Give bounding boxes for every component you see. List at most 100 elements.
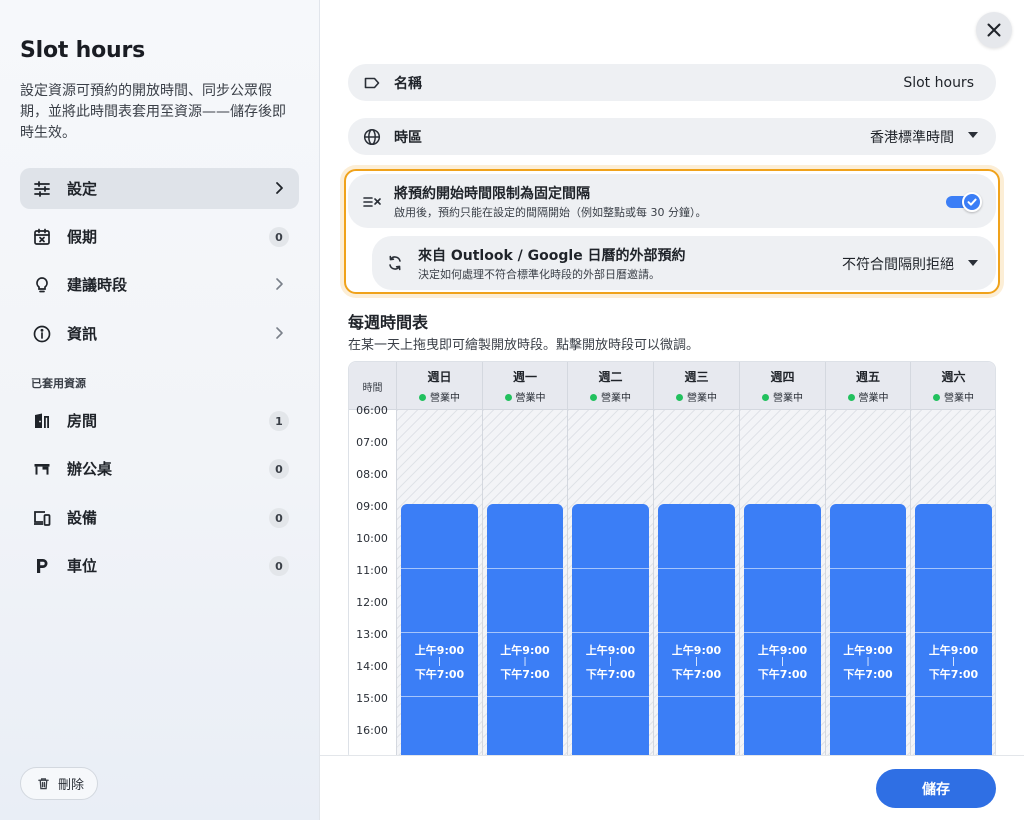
day-header: 週六 營業中: [911, 362, 995, 410]
day-column[interactable]: 上午9:00 | 下午7:00: [826, 410, 911, 760]
day-status-label: 營業中: [944, 393, 974, 404]
fixed-interval-title: 將預約開始時間限制為固定間隔: [394, 186, 590, 202]
time-label: 15:00: [356, 692, 388, 705]
time-label: 11:00: [356, 564, 388, 577]
sliders-icon: [32, 179, 52, 199]
day-column[interactable]: 上午9:00 | 下午7:00: [483, 410, 568, 760]
day-name: 週六: [941, 370, 966, 384]
weekly-schedule-title: 每週時間表: [348, 313, 429, 332]
day-header: 週三 營業中: [654, 362, 740, 410]
slot-start-time: 上午9:00: [757, 644, 808, 657]
day-name: 週五: [855, 370, 880, 384]
slot-divider: [830, 568, 906, 569]
count-badge: 0: [269, 459, 289, 479]
open-slot[interactable]: 上午9:00 | 下午7:00: [658, 504, 735, 760]
sidebar-item-label: 辦公桌: [67, 460, 113, 478]
external-bookings-select[interactable]: 來自 Outlook / Google 日曆的外部預約 決定如何處理不符合標準化…: [372, 236, 996, 290]
sidebar-item-holidays[interactable]: 假期 0: [20, 216, 299, 257]
slot-divider: [658, 568, 735, 569]
day-column[interactable]: 上午9:00 | 下午7:00: [568, 410, 654, 760]
day-column[interactable]: 上午9:00 | 下午7:00: [654, 410, 740, 760]
slot-time-range: 上午9:00 | 下午7:00: [915, 644, 992, 681]
day-header: 週二 營業中: [568, 362, 654, 410]
schedule-body: 06:00 07:00 08:00 09:00 10:00 11:00 12:00 13:00…: [349, 404, 995, 760]
slot-separator: |: [523, 657, 527, 667]
parking-icon: [32, 556, 52, 576]
tag-icon: [362, 73, 382, 93]
sidebar-item-label: 車位: [67, 557, 98, 575]
day-status: 營業中: [654, 389, 739, 404]
slot-time-range: 上午9:00 | 下午7:00: [401, 644, 478, 681]
name-field-label: 名稱: [394, 75, 422, 92]
slot-divider: [487, 632, 563, 633]
open-slot[interactable]: 上午9:00 | 下午7:00: [744, 504, 821, 760]
devices-icon: [32, 508, 52, 528]
timezone-select[interactable]: 時區 香港標準時間: [348, 118, 996, 155]
time-label: 07:00: [356, 436, 388, 449]
sidebar-item-label: 假期: [67, 228, 98, 246]
close-icon: [986, 22, 1002, 38]
time-label: 16:00: [356, 724, 388, 737]
status-dot-icon: [847, 394, 855, 401]
day-column[interactable]: 上午9:00 | 下午7:00: [740, 410, 826, 760]
day-column[interactable]: 上午9:00 | 下午7:00: [397, 410, 483, 760]
count-badge: 0: [269, 508, 289, 528]
day-status: 營業中: [826, 389, 910, 404]
day-status-label: 營業中: [601, 393, 631, 404]
slot-end-time: 下午7:00: [414, 668, 465, 681]
delete-button[interactable]: 刪除: [20, 767, 98, 800]
sidebar-item-desks[interactable]: 辦公桌 0: [20, 448, 299, 489]
slot-divider: [401, 696, 478, 697]
main-panel: 名稱 Slot hours 時區 香港標準時間 將預約開始時間限制為固定間隔 啟…: [320, 0, 1024, 820]
count-badge: 0: [269, 227, 289, 247]
sidebar-item-parking[interactable]: 車位 0: [20, 545, 299, 586]
fixed-interval-subtitle: 啟用後，預約只能在設定的間隔開始（例如整點或每 30 分鐘）。: [394, 206, 707, 219]
sidebar-item-suggested[interactable]: 建議時段: [20, 264, 299, 305]
name-field-value: Slot hours: [903, 74, 974, 91]
trash-icon: [37, 777, 50, 790]
applied-resources-heading: 已套用資源: [31, 377, 86, 390]
door-icon: [32, 411, 52, 431]
name-field[interactable]: 名稱 Slot hours: [348, 64, 996, 101]
footer-bar: 儲存: [320, 755, 1024, 820]
sidebar-item-equipment[interactable]: 設備 0: [20, 497, 299, 538]
save-button[interactable]: 儲存: [876, 769, 996, 808]
sidebar-item-label: 資訊: [67, 325, 98, 343]
sidebar-item-label: 設定: [67, 180, 98, 198]
slot-separator: |: [951, 657, 956, 667]
time-column-header: 時間: [349, 362, 397, 410]
sidebar-item-settings[interactable]: 設定: [20, 168, 299, 209]
schedule-header-row: 時間 週日 營業中 週一 營業中 週二 營業中 週三 營業中 週四 營業中 週五 營業中 週六 營業中: [349, 362, 995, 410]
time-label: 13:00: [356, 628, 388, 641]
slot-start-time: 上午9:00: [414, 644, 465, 657]
slot-time-range: 上午9:00 | 下午7:00: [744, 644, 821, 681]
sidebar-item-rooms[interactable]: 房間 1: [20, 400, 299, 441]
slot-divider: [572, 568, 649, 569]
slot-start-time: 上午9:00: [928, 644, 979, 657]
open-slot[interactable]: 上午9:00 | 下午7:00: [915, 504, 992, 760]
sidebar-item-label: 建議時段: [67, 276, 128, 294]
sidebar-item-info[interactable]: 資訊: [20, 313, 299, 354]
slot-separator: |: [608, 657, 613, 667]
day-status-label: 營業中: [430, 393, 460, 404]
slot-separator: |: [437, 657, 442, 667]
calendar-x-icon: [32, 227, 52, 247]
fixed-interval-toggle[interactable]: [946, 192, 982, 212]
close-button[interactable]: [976, 12, 1012, 48]
day-status-label: 營業中: [515, 393, 546, 404]
slot-separator: |: [780, 657, 785, 667]
open-slot[interactable]: 上午9:00 | 下午7:00: [830, 504, 906, 760]
slot-divider: [915, 568, 992, 569]
open-slot[interactable]: 上午9:00 | 下午7:00: [487, 504, 563, 760]
slot-divider: [487, 568, 563, 569]
check-icon: [962, 192, 982, 212]
slot-divider: [572, 632, 649, 633]
chevron-right-icon: [271, 325, 287, 341]
open-slot[interactable]: 上午9:00 | 下午7:00: [401, 504, 478, 760]
day-status: 營業中: [740, 389, 825, 404]
open-slot[interactable]: 上午9:00 | 下午7:00: [572, 504, 649, 760]
fixed-interval-card: 將預約開始時間限制為固定間隔 啟用後，預約只能在設定的間隔開始（例如整點或每 3…: [348, 174, 996, 228]
external-bookings-title: 來自 Outlook / Google 日曆的外部預約: [418, 248, 686, 264]
day-column[interactable]: 上午9:00 | 下午7:00: [911, 410, 995, 760]
external-bookings-subtitle: 決定如何處理不符合標準化時段的外部日曆邀請。: [418, 268, 660, 281]
